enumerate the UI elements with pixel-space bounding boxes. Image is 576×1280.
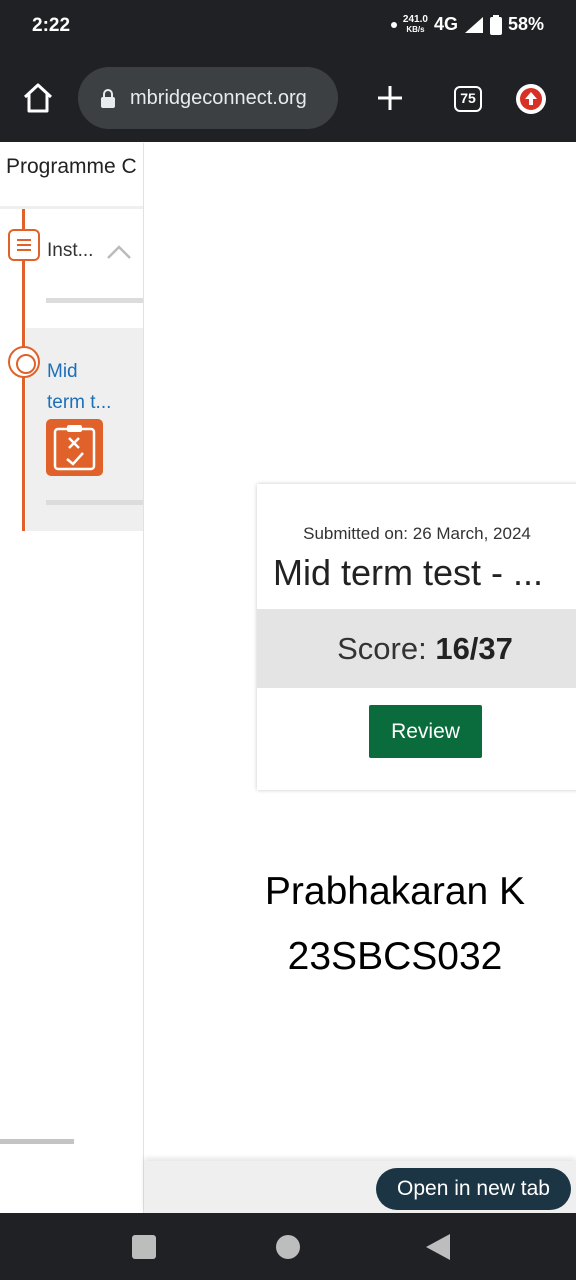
recents-icon[interactable]: [132, 1235, 156, 1259]
notification-dot-icon: [390, 21, 397, 28]
status-bar: 2:22 241.0 KB/s 4G 58%: [0, 0, 576, 56]
browser-toolbar: mbridgeconnect.org 75: [0, 56, 576, 142]
sidebar-item-mid-term[interactable]: Mid term t...: [8, 328, 143, 531]
net-speed-value: 241.0: [402, 13, 428, 25]
submitted-date: Submitted on: 26 March, 2024: [303, 524, 531, 543]
status-time: 2:22: [32, 15, 71, 36]
divider: [46, 298, 143, 303]
circle-icon: [8, 346, 40, 378]
tab-switcher-button[interactable]: 75: [454, 86, 482, 112]
score-band: Score: 16/37: [257, 609, 576, 688]
status-indicators: 241.0 KB/s 4G 58%: [390, 13, 544, 35]
score-label: Score:: [337, 631, 427, 666]
net-speed-unit: KB/s: [406, 24, 425, 34]
score-value: 16/37: [435, 631, 513, 666]
update-icon: [520, 88, 542, 110]
network-type: 4G: [433, 14, 458, 34]
bottom-bar: Open in new tab: [144, 1161, 576, 1213]
result-card: Submitted on: 26 March, 2024 Mid term te…: [257, 484, 576, 790]
signal-icon: [464, 16, 483, 33]
back-icon[interactable]: [426, 1234, 450, 1260]
sidebar-title: Programme C: [6, 155, 137, 178]
battery-icon: [489, 14, 502, 35]
tab-count: 75: [460, 90, 476, 106]
open-in-new-tab-button[interactable]: Open in new tab: [376, 1168, 571, 1210]
sidebar-item-label: Inst...: [47, 240, 94, 261]
review-button[interactable]: Review: [369, 705, 482, 758]
scrollbar[interactable]: [0, 1139, 74, 1144]
quiz-result-icon[interactable]: [46, 419, 103, 476]
divider: [46, 500, 143, 505]
sidebar-item-instructions[interactable]: Inst...: [0, 209, 143, 327]
sidebar: Programme C Inst... Mid term t...: [0, 143, 144, 1213]
plus-icon: [378, 86, 402, 110]
lock-icon: [101, 89, 115, 108]
sidebar-item-label-line2: term t...: [47, 392, 112, 413]
home-icon: [23, 83, 53, 113]
student-name: Prabhakaran K: [264, 870, 526, 913]
update-button[interactable]: [516, 84, 546, 114]
sidebar-item-label-line1: Mid: [47, 361, 78, 382]
sidebar-item-label[interactable]: Mid term t...: [47, 356, 111, 418]
home-button[interactable]: [20, 80, 56, 116]
score-text: Score: 16/37: [257, 631, 576, 667]
net-speed: 241.0 KB/s: [402, 13, 428, 35]
home-circle-icon[interactable]: [276, 1235, 300, 1259]
test-title: Mid term test - ...: [273, 552, 544, 593]
student-id: 23SBCS032: [287, 935, 503, 978]
chevron-up-icon[interactable]: [106, 242, 132, 262]
url-text: mbridgeconnect.org: [130, 86, 307, 109]
new-tab-button[interactable]: [374, 80, 406, 116]
system-nav-bar: [0, 1213, 576, 1280]
document-list-icon: [8, 229, 40, 261]
battery-level: 58%: [507, 14, 544, 34]
address-bar[interactable]: mbridgeconnect.org: [78, 67, 338, 129]
